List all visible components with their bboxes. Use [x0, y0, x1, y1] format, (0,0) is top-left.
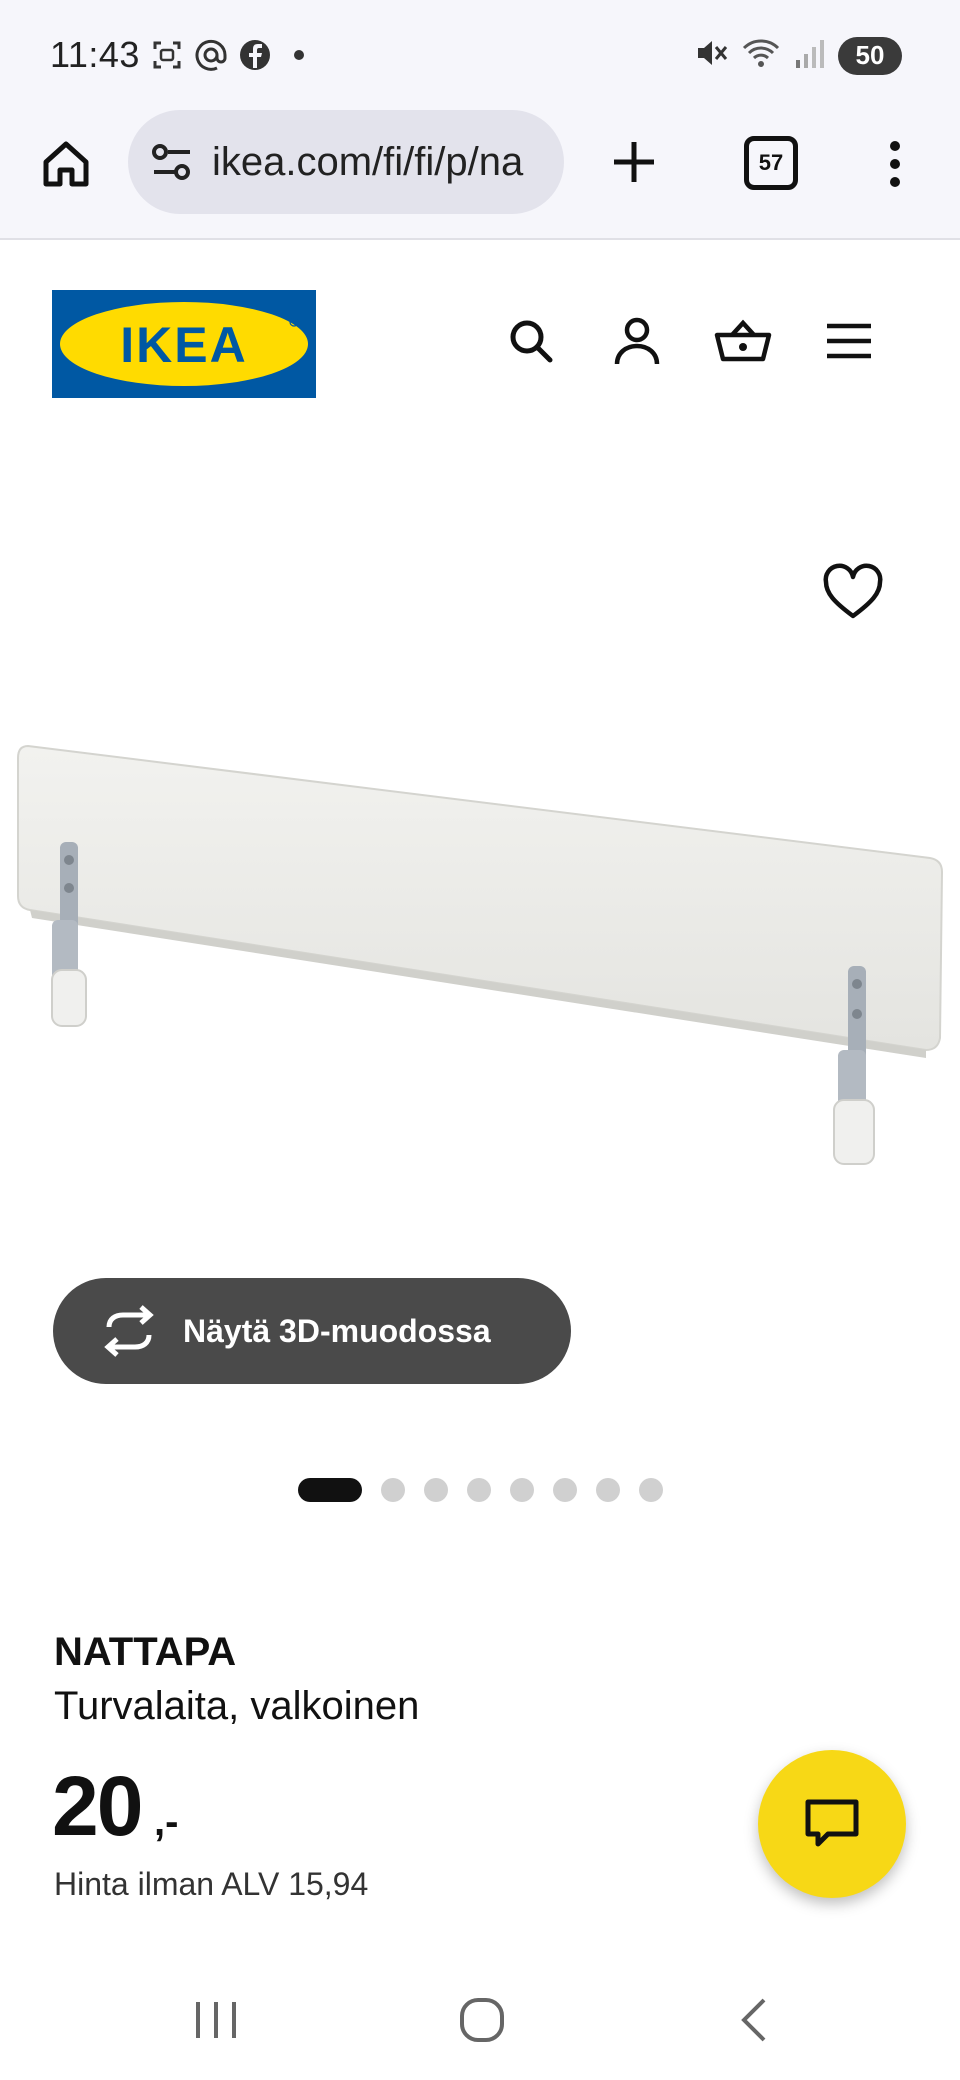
- chat-button[interactable]: [758, 1750, 906, 1898]
- browser-toolbar: ikea.com/fi/fi/p/na 57: [0, 110, 960, 240]
- status-left-icons: [150, 38, 316, 72]
- mute-icon: [694, 36, 728, 75]
- product-price: 20: [52, 1759, 143, 1853]
- chat-icon: [805, 1799, 859, 1847]
- product-photo: [17, 744, 944, 1165]
- battery-indicator: 50: [838, 36, 902, 75]
- product-name: NATTAPA: [54, 1630, 237, 1674]
- view-3d-label: Näytä 3D-muodossa: [183, 1312, 491, 1349]
- site-header: IKEA: [0, 240, 960, 410]
- heart-icon: [823, 563, 883, 619]
- rotate-3d-icon: [104, 1305, 154, 1357]
- url-text: ikea.com/fi/fi/p/na: [212, 139, 524, 184]
- recent-apps-button[interactable]: [184, 1988, 248, 2052]
- home-circle-icon: [460, 1998, 504, 2042]
- logo-text: IKEA: [120, 317, 247, 373]
- menu-button[interactable]: [818, 310, 880, 372]
- ikea-logo[interactable]: IKEA: [52, 290, 316, 398]
- account-icon: [614, 317, 660, 365]
- account-button[interactable]: [606, 310, 668, 372]
- gallery-dot[interactable]: [510, 1478, 534, 1502]
- search-button[interactable]: [500, 310, 562, 372]
- product-price-suffix: ,-: [154, 1800, 179, 1844]
- gallery-dot[interactable]: [553, 1478, 577, 1502]
- status-right-icons: 50: [694, 36, 902, 75]
- back-button[interactable]: [722, 1988, 786, 2052]
- browser-menu-button[interactable]: [880, 134, 910, 194]
- gallery-pagination: [298, 1478, 663, 1502]
- signal-icon: [794, 36, 824, 75]
- product-description: Turvalaita, valkoinen: [54, 1684, 420, 1728]
- gallery-dot[interactable]: [424, 1478, 448, 1502]
- basket-icon: [714, 319, 772, 362]
- favorite-button[interactable]: [820, 560, 886, 626]
- search-icon: [510, 320, 553, 363]
- url-bar[interactable]: ikea.com/fi/fi/p/na: [128, 110, 564, 214]
- site-settings-icon[interactable]: [150, 140, 194, 184]
- product-image-gallery[interactable]: [0, 410, 960, 1290]
- gallery-dot[interactable]: [467, 1478, 491, 1502]
- home-button[interactable]: [36, 134, 96, 194]
- gallery-dot[interactable]: [596, 1478, 620, 1502]
- dot-icon: [282, 38, 316, 72]
- screenshot-icon: [150, 38, 184, 72]
- price-without-vat: Hinta ilman ALV 15,94: [54, 1866, 369, 1902]
- view-3d-button[interactable]: Näytä 3D-muodossa: [53, 1278, 571, 1384]
- header-actions: [500, 310, 880, 372]
- status-bar: 11:43 50: [0, 0, 960, 110]
- new-tab-button[interactable]: [606, 134, 662, 190]
- menu-icon: [827, 323, 871, 359]
- recent-apps-icon: [196, 2002, 236, 2038]
- facebook-icon: [238, 38, 272, 72]
- more-vert-icon: [890, 141, 900, 187]
- status-time: 11:43: [50, 34, 140, 75]
- basket-button[interactable]: [712, 310, 774, 372]
- back-icon: [741, 1998, 766, 2042]
- plus-icon: [614, 142, 654, 182]
- tab-count-button[interactable]: 57: [744, 136, 798, 190]
- at-icon: [194, 38, 228, 72]
- gallery-dot[interactable]: [381, 1478, 405, 1502]
- wifi-icon: [742, 36, 780, 75]
- gallery-dot-active[interactable]: [298, 1478, 362, 1502]
- home-nav-button[interactable]: [450, 1988, 514, 2052]
- system-nav-bar: [0, 1960, 960, 2080]
- home-icon: [43, 141, 89, 187]
- gallery-dot[interactable]: [639, 1478, 663, 1502]
